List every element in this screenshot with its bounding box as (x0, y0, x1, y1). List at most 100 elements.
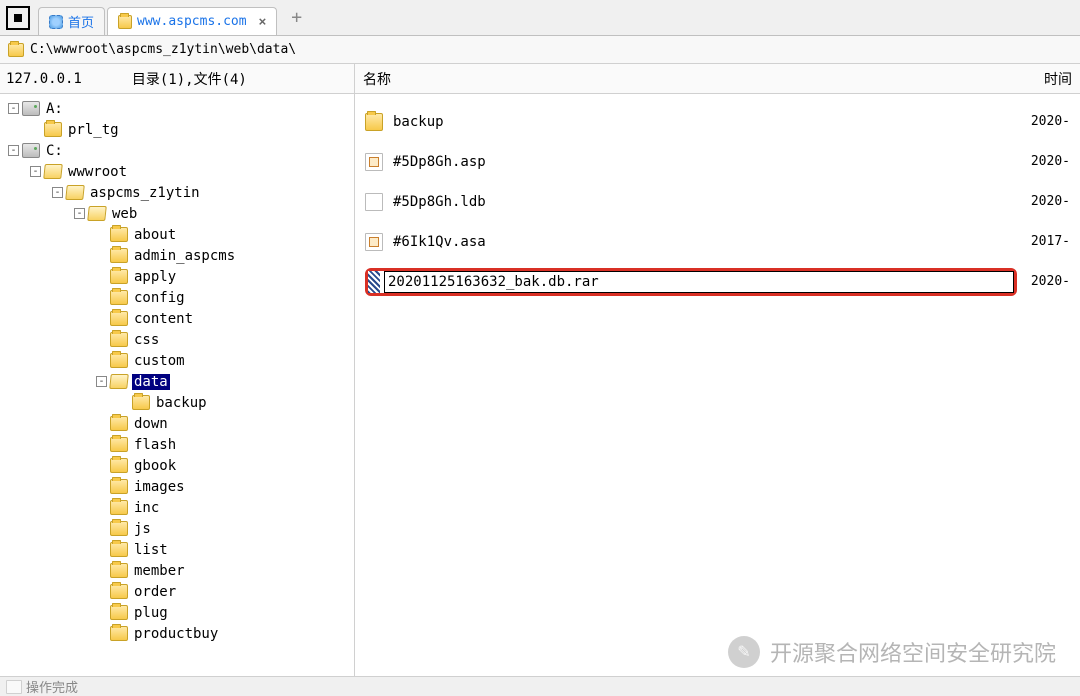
toggle-spacer (96, 313, 107, 324)
file-row[interactable]: backup 2020- (357, 104, 1078, 140)
file-row[interactable]: #5Dp8Gh.asp 2020- (357, 144, 1078, 180)
folder-icon (110, 458, 128, 473)
rar-icon (368, 271, 380, 293)
tree-node[interactable]: - A: (2, 98, 352, 119)
tree-node[interactable]: - C: (2, 140, 352, 161)
folder-open-icon (43, 164, 63, 179)
folder-icon (118, 15, 132, 29)
tree-node[interactable]: admin_aspcms (2, 245, 352, 266)
tree-label: inc (132, 500, 161, 516)
drive-icon (22, 143, 40, 158)
tree-node[interactable]: custom (2, 350, 352, 371)
folder-icon (110, 542, 128, 557)
app-logo (6, 6, 30, 30)
tree-node[interactable]: backup (2, 392, 352, 413)
collapse-icon[interactable]: - (52, 187, 63, 198)
tab-bar: 首页 www.aspcms.com × + (0, 0, 1080, 36)
folder-icon (110, 311, 128, 326)
folder-icon (110, 521, 128, 536)
file-time: 2017- (1031, 234, 1070, 249)
tree-node[interactable]: js (2, 518, 352, 539)
folder-icon (110, 248, 128, 263)
file-row[interactable]: #6Ik1Qv.asa2017- (357, 224, 1078, 260)
address-path[interactable]: C:\wwwroot\aspcms_z1ytin\web\data\ (30, 42, 296, 57)
tab-close-button[interactable]: × (259, 14, 267, 29)
header-time-col[interactable]: 时间 (1044, 69, 1072, 89)
tree-label: admin_aspcms (132, 248, 237, 264)
tree-node[interactable]: - web (2, 203, 352, 224)
tab-url[interactable]: www.aspcms.com × (107, 7, 277, 35)
file-time: 2020- (1031, 114, 1070, 129)
collapse-icon[interactable]: - (96, 376, 107, 387)
tree-label: web (110, 206, 139, 222)
tree-node[interactable]: plug (2, 602, 352, 623)
folder-icon (132, 395, 150, 410)
file-time: 2020- (1031, 154, 1070, 169)
toggle-spacer (96, 418, 107, 429)
home-icon (49, 15, 63, 29)
tree-label: order (132, 584, 178, 600)
toggle-spacer (96, 250, 107, 261)
tree-node[interactable]: down (2, 413, 352, 434)
folder-icon (110, 563, 128, 578)
collapse-icon[interactable]: - (30, 166, 41, 177)
tree-node[interactable]: gbook (2, 455, 352, 476)
folder-open-icon (65, 185, 85, 200)
tree-node[interactable]: content (2, 308, 352, 329)
status-text: 操作完成 (26, 677, 78, 696)
tree-label: custom (132, 353, 187, 369)
rename-input[interactable] (384, 271, 1014, 293)
toggle-spacer (96, 565, 107, 576)
tree-node[interactable]: -aspcms_z1ytin (2, 182, 352, 203)
header-name-col[interactable]: 名称 (363, 69, 391, 89)
tree-label: config (132, 290, 187, 306)
tree-node[interactable]: flash (2, 434, 352, 455)
tree-node[interactable]: list (2, 539, 352, 560)
tree-label: images (132, 479, 187, 495)
toggle-spacer (96, 460, 107, 471)
watermark: ✎ 开源聚合网络空间安全研究院 (728, 636, 1056, 668)
folder-icon (110, 416, 128, 431)
tree-node[interactable]: images (2, 476, 352, 497)
folder-icon (110, 437, 128, 452)
wechat-icon: ✎ (728, 636, 760, 668)
tree-node[interactable]: member (2, 560, 352, 581)
directory-tree[interactable]: -A:prl_tg-C:-wwwroot-aspcms_z1ytin-webab… (0, 94, 355, 676)
tree-label: plug (132, 605, 170, 621)
file-name: backup (393, 114, 444, 130)
tree-node[interactable]: inc (2, 497, 352, 518)
file-row[interactable]: #5Dp8Gh.ldb2020- (357, 184, 1078, 220)
header-dirinfo: 目录(1),文件(4) (132, 69, 247, 89)
rename-highlight (365, 268, 1017, 296)
tree-node[interactable]: prl_tg (2, 119, 352, 140)
tree-node[interactable]: css (2, 329, 352, 350)
tree-node[interactable]: config (2, 287, 352, 308)
toggle-spacer (96, 628, 107, 639)
tree-node[interactable]: -wwwroot (2, 161, 352, 182)
tree-label: C: (44, 143, 65, 159)
file-list[interactable]: backup 2020- #5Dp8Gh.asp 2020- #5Dp8Gh.ldb20… (355, 94, 1080, 676)
tree-node[interactable]: productbuy (2, 623, 352, 644)
tab-add-button[interactable]: + (285, 7, 308, 28)
tree-node[interactable]: about (2, 224, 352, 245)
file-name: #5Dp8Gh.asp (393, 154, 486, 170)
toggle-spacer (96, 502, 107, 513)
collapse-icon[interactable]: - (8, 145, 19, 156)
tree-label: content (132, 311, 195, 327)
tree-label: productbuy (132, 626, 220, 642)
collapse-icon[interactable]: - (8, 103, 19, 114)
folder-icon (110, 584, 128, 599)
file-row[interactable]: 2020- (357, 264, 1078, 300)
tree-node[interactable]: order (2, 581, 352, 602)
tree-label: A: (44, 101, 65, 117)
toggle-spacer (96, 271, 107, 282)
tree-node[interactable]: apply (2, 266, 352, 287)
folder-icon (110, 332, 128, 347)
tree-label: about (132, 227, 178, 243)
toggle-spacer (118, 397, 129, 408)
toggle-spacer (96, 607, 107, 618)
tree-node[interactable]: -data (2, 371, 352, 392)
tab-home[interactable]: 首页 (38, 7, 105, 35)
toggle-spacer (96, 229, 107, 240)
collapse-icon[interactable]: - (74, 208, 85, 219)
